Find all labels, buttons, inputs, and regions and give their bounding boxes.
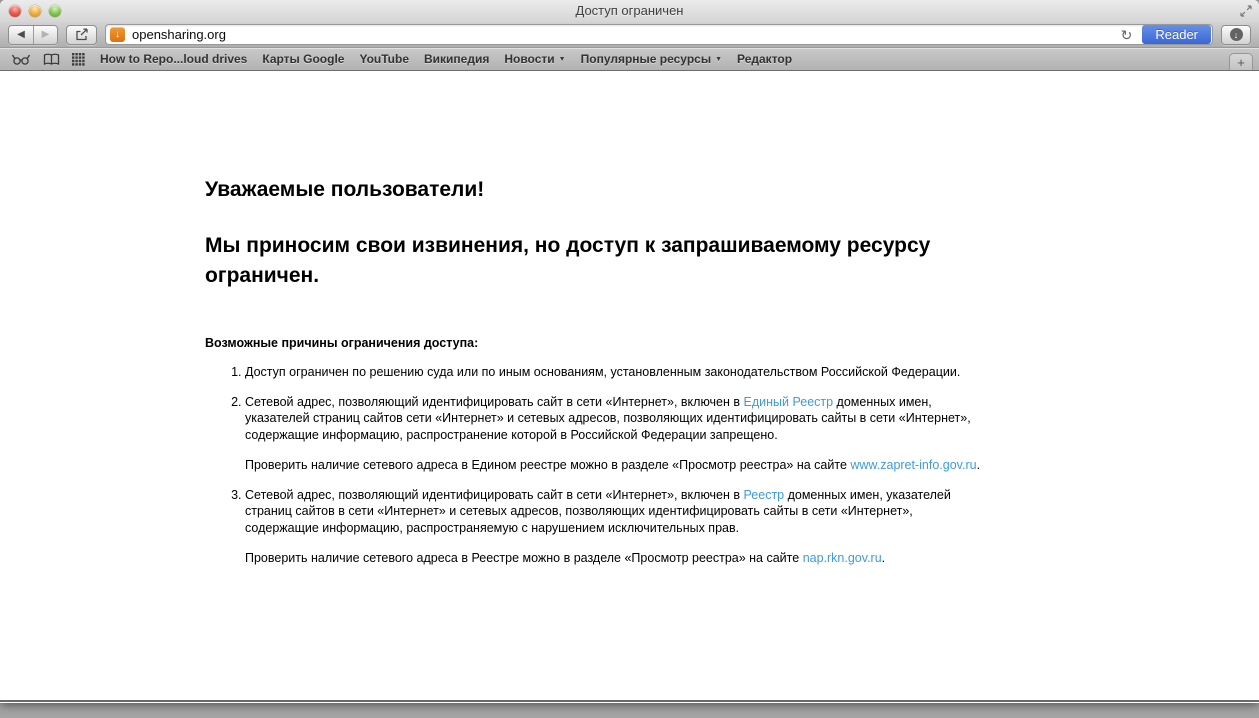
reason-item-2: Сетевой адрес, позволяющий идентифициров… (245, 394, 983, 474)
address-bar[interactable]: ↓ opensharing.org ↻ Reader (105, 24, 1213, 45)
forward-icon: ▶ (41, 29, 50, 40)
registry-check-note: Проверить наличие сетевого адреса в Един… (245, 457, 983, 474)
bookmark-item-youtube[interactable]: YouTube (359, 52, 409, 66)
folder-disclosure-icon: ▼ (558, 55, 566, 63)
site-favicon-icon: ↓ (110, 27, 125, 42)
bookmark-folder-novosti[interactable]: Новости ▼ (504, 52, 565, 66)
plus-icon: + (1237, 54, 1245, 70)
note-text: Проверить наличие сетевого адреса в Реес… (245, 551, 803, 565)
close-window-button[interactable] (9, 5, 21, 17)
back-button[interactable]: ◀ (9, 25, 33, 44)
reason-text: Сетевой адрес, позволяющий идентифициров… (245, 394, 744, 409)
zapret-info-link[interactable]: www.zapret-info.gov.ru (850, 458, 976, 472)
forward-button[interactable]: ▶ (33, 25, 57, 44)
bookmark-label: Новости (504, 52, 555, 66)
desktop-background: Доступ ограничен ◀ ▶ ↓ opensharing.org ↻… (0, 0, 1259, 718)
reason-text: Сетевой адрес, позволяющий идентифициров… (245, 487, 744, 502)
bookmark-label: YouTube (359, 52, 409, 66)
favicon-arrow-glyph: ↓ (115, 29, 120, 40)
page-subheading: Мы приносим свои извинения, но доступ к … (205, 234, 931, 287)
bookmark-label: Популярные ресурсы (580, 52, 712, 66)
history-nav-control: ◀ ▶ (8, 24, 58, 45)
folder-disclosure-icon: ▼ (715, 55, 723, 63)
bookmark-label: Карты Google (262, 52, 345, 66)
downloads-button[interactable]: ↓ (1221, 24, 1251, 45)
share-button[interactable] (66, 24, 97, 45)
unified-registry-link[interactable]: Единый Реестр (744, 395, 834, 409)
note-text: . (976, 458, 981, 472)
browser-toolbar: ◀ ▶ ↓ opensharing.org ↻ Reader ↓ (0, 22, 1259, 48)
bookmark-item-wikipedia[interactable]: Википедия (424, 52, 489, 66)
registry-link[interactable]: Реестр (744, 488, 785, 502)
reason-item-3: Сетевой адрес, позволяющий идентифициров… (245, 487, 983, 567)
url-text[interactable]: opensharing.org (132, 27, 1114, 42)
reason-item-1: Доступ ограничен по решению суда или по … (245, 364, 983, 381)
bookmarks-bar: How to Repo...loud drives Карты Google Y… (0, 48, 1259, 71)
reading-list-icon[interactable] (11, 54, 31, 65)
window-title: Доступ ограничен (575, 3, 684, 18)
bookmark-label: How to Repo...loud drives (100, 52, 248, 66)
new-tab-button[interactable]: + (1229, 53, 1253, 70)
bookmark-item-redaktor[interactable]: Редактор (737, 52, 792, 66)
back-icon: ◀ (17, 29, 25, 40)
bookmark-folder-popular-resources[interactable]: Популярные ресурсы ▼ (581, 52, 722, 66)
zoom-window-button[interactable] (49, 5, 61, 17)
bookmark-label: Редактор (737, 52, 793, 66)
reload-icon[interactable]: ↻ (1121, 28, 1133, 42)
note-text: Проверить наличие сетевого адреса в Един… (245, 458, 851, 472)
page-content: Уважаемые пользователи! Мы приносим свои… (0, 71, 1259, 702)
download-arrow-glyph: ↓ (1233, 29, 1239, 40)
bookmark-item-karty-google[interactable]: Карты Google (262, 52, 344, 66)
share-icon (75, 28, 89, 41)
reasons-list: Доступ ограничен по решению суда или по … (205, 364, 983, 567)
bookmark-label: Википедия (424, 52, 490, 66)
registry-check-note: Проверить наличие сетевого адреса в Реес… (245, 550, 983, 567)
note-text: . (881, 551, 886, 565)
bookmark-item-how-to-repo[interactable]: How to Repo...loud drives (100, 52, 247, 66)
fullscreen-icon[interactable] (1240, 5, 1252, 17)
top-sites-icon[interactable] (72, 52, 85, 66)
nap-rkn-link[interactable]: nap.rkn.gov.ru (803, 551, 882, 565)
download-icon: ↓ (1229, 28, 1243, 41)
minimize-window-button[interactable] (29, 5, 41, 17)
browser-window: Доступ ограничен ◀ ▶ ↓ opensharing.org ↻… (0, 0, 1259, 703)
page-heading: Уважаемые пользователи! (205, 178, 485, 201)
reader-button[interactable]: Reader (1142, 25, 1211, 44)
bookmarks-sidebar-icon[interactable] (43, 53, 60, 66)
reason-text: Доступ ограничен по решению суда или по … (245, 365, 961, 379)
window-controls (9, 5, 61, 17)
title-bar[interactable]: Доступ ограничен (0, 0, 1259, 22)
reasons-title: Возможные причины ограничения доступа: (205, 336, 479, 350)
